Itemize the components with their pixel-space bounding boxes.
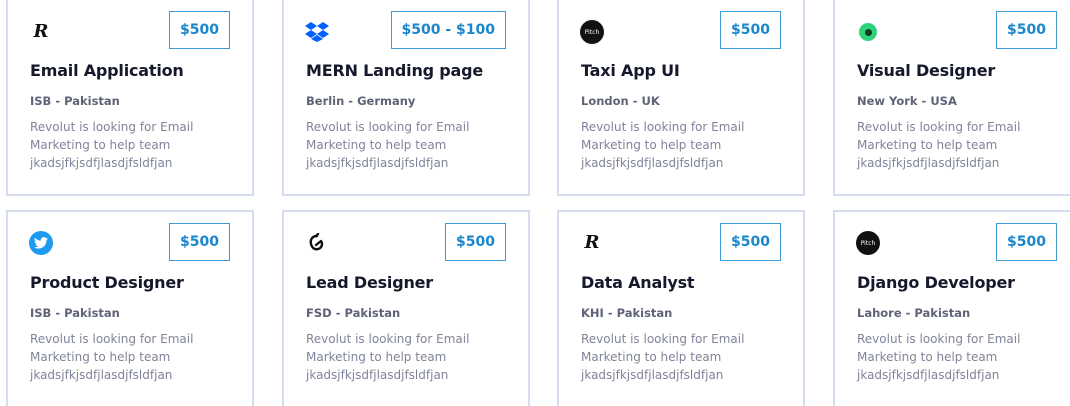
- job-description: Revolut is looking for Email Marketing t…: [581, 120, 745, 170]
- revolut-icon: R: [33, 21, 49, 42]
- job-card-grid: R $500 Email Application ISB - Pakistan …: [0, 0, 1070, 406]
- job-location: New York - USA: [857, 94, 957, 108]
- revolut-icon: R: [584, 232, 600, 253]
- job-description: Revolut is looking for Email Marketing t…: [30, 120, 194, 170]
- job-location: Berlin - Germany: [306, 94, 416, 108]
- job-card[interactable]: $500 Visual Designer New York - USA Revo…: [833, 0, 1070, 196]
- price-badge: $500: [169, 11, 230, 49]
- pitch-icon: Pitch: [580, 20, 604, 44]
- job-title: Email Application: [30, 61, 184, 80]
- price-badge: $500: [720, 223, 781, 261]
- twitter-icon: [29, 231, 53, 255]
- job-card[interactable]: $500 Product Designer ISB - Pakistan Rev…: [6, 210, 254, 406]
- dropbox-icon: [305, 20, 329, 44]
- price-badge: $500: [169, 223, 230, 261]
- job-location: London - UK: [581, 94, 660, 108]
- pitch-icon: Pitch: [856, 231, 880, 255]
- job-title: Lead Designer: [306, 273, 433, 292]
- price-badge: $500 - $100: [390, 11, 506, 49]
- job-title: Django Developer: [857, 273, 1015, 292]
- price-badge: $500: [996, 11, 1057, 49]
- job-description: Revolut is looking for Email Marketing t…: [306, 332, 470, 382]
- job-description: Revolut is looking for Email Marketing t…: [30, 332, 194, 382]
- job-title: Product Designer: [30, 273, 184, 292]
- job-title: MERN Landing page: [306, 61, 484, 80]
- job-title: Taxi App UI: [581, 61, 680, 80]
- glassdoor-icon: [305, 231, 329, 255]
- job-title: Data Analyst: [581, 273, 695, 292]
- job-location: KHI - Pakistan: [581, 306, 673, 320]
- job-card[interactable]: $500 - $100 MERN Landing page Berlin - G…: [282, 0, 530, 196]
- price-badge: $500: [720, 11, 781, 49]
- green-circle-icon: [856, 20, 880, 44]
- job-description: Revolut is looking for Email Marketing t…: [857, 332, 1021, 382]
- job-card[interactable]: R $500 Email Application ISB - Pakistan …: [6, 0, 254, 196]
- job-card[interactable]: R $500 Data Analyst KHI - Pakistan Revol…: [557, 210, 805, 406]
- job-description: Revolut is looking for Email Marketing t…: [306, 120, 470, 170]
- job-title: Visual Designer: [857, 61, 996, 80]
- job-location: FSD - Pakistan: [306, 306, 401, 320]
- job-description: Revolut is looking for Email Marketing t…: [581, 332, 745, 382]
- job-location: ISB - Pakistan: [30, 306, 120, 320]
- job-location: ISB - Pakistan: [30, 94, 120, 108]
- job-card[interactable]: Pitch $500 Taxi App UI London - UK Revol…: [557, 0, 805, 196]
- job-location: Lahore - Pakistan: [857, 306, 971, 320]
- price-badge: $500: [445, 223, 506, 261]
- job-card[interactable]: $500 Lead Designer FSD - Pakistan Revolu…: [282, 210, 530, 406]
- job-description: Revolut is looking for Email Marketing t…: [857, 120, 1021, 170]
- job-card[interactable]: Pitch $500 Django Developer Lahore - Pak…: [833, 210, 1070, 406]
- price-badge: $500: [996, 223, 1057, 261]
